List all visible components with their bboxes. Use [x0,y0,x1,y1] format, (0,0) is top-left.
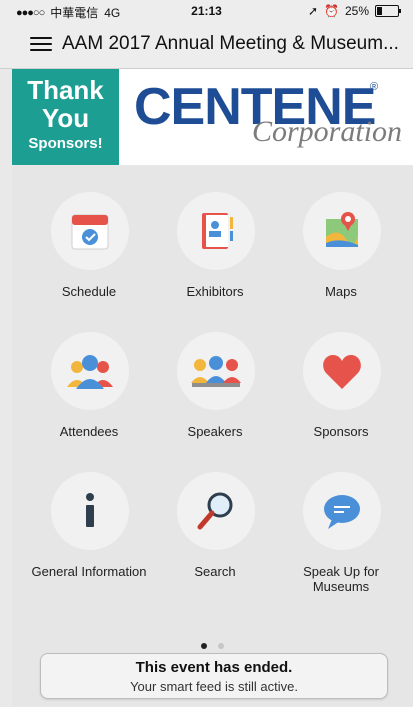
alarm-icon: ⏰ [324,4,339,18]
tile-label: Sponsors [313,424,369,439]
tile-sponsors-circle [303,332,381,410]
tile-maps[interactable]: Maps [274,172,408,312]
tile-speakers-circle [177,332,255,410]
tile-search-circle [177,472,255,550]
thank-you-line-3: Sponsors! [28,135,103,152]
tile-label: Maps [325,284,357,299]
tile-label: Speak Up for Museums [303,564,379,594]
thank-you-line-1: Thank [27,75,104,105]
battery-percent: 25% [344,4,369,18]
tile-label: Exhibitors [186,284,244,299]
sponsor-logo-subtitle: Corporation [252,115,403,148]
tile-speak-up[interactable]: Speak Up for Museums [274,452,408,594]
phone-screen: ●●●○○ 中華電信 4G 21:13 ➚ ⏰ 25% AAM 2017 Ann… [0,0,413,707]
tile-label: Speakers [187,424,243,439]
event-ended-title: This event has ended. [135,659,293,676]
tile-speakers[interactable]: Speakers [148,312,282,452]
tile-attendees[interactable]: Attendees [22,312,156,452]
nav-bar: AAM 2017 Annual Meeting & Museum... [0,22,413,69]
battery-fill [377,7,382,15]
tile-schedule[interactable]: Schedule [22,172,156,312]
tile-exhibitors[interactable]: Exhibitors [148,172,282,312]
tile-maps-circle [303,192,381,270]
status-bar: ●●●○○ 中華電信 4G 21:13 ➚ ⏰ 25% [0,0,413,22]
calendar-icon [71,214,109,250]
page-indicator[interactable] [12,636,413,654]
status-right: ➚ ⏰ 25% [307,4,401,18]
thank-you-box: Thank You Sponsors! [12,69,125,165]
tile-label: Attendees [59,424,119,439]
tile-exhibitors-circle [177,192,255,270]
tile-label: Search [194,564,236,579]
notebook-icon [202,213,233,249]
thank-you-line-2: You [41,103,90,133]
battery-icon [375,5,401,17]
tile-attendees-circle [51,332,129,410]
tile-label: Schedule [61,284,117,299]
people-group-icon [67,355,113,389]
tile-search[interactable]: Search [148,452,282,592]
tile-schedule-circle [51,192,129,270]
menu-icon[interactable] [30,35,52,53]
speakers-group-icon [191,356,241,387]
tile-sponsors[interactable]: Sponsors [274,312,408,452]
heart-icon [323,355,361,389]
sponsor-banner[interactable]: Thank You Sponsors! CENTENE ® Corporatio… [12,69,413,165]
feature-grid: Schedule Exhibitors Maps Attendees Speak… [12,166,413,706]
page-title: AAM 2017 Annual Meeting & Museum... [62,33,399,54]
info-icon [86,493,94,527]
tile-general-information[interactable]: General Information [22,452,156,592]
chat-bubble-icon [324,495,360,529]
tile-speak-up-circle [303,472,381,550]
magnifier-icon [197,492,233,530]
tile-general-information-circle [51,472,129,550]
event-ended-notice: This event has ended. Your smart feed is… [40,653,388,699]
registered-mark: ® [370,81,379,93]
location-arrow-icon: ➚ [307,4,319,18]
event-ended-subtitle: Your smart feed is still active. [130,679,298,694]
page-dot [217,643,224,649]
tile-label: General Information [31,564,147,579]
map-icon [326,212,358,247]
page-dot-active [201,643,208,649]
